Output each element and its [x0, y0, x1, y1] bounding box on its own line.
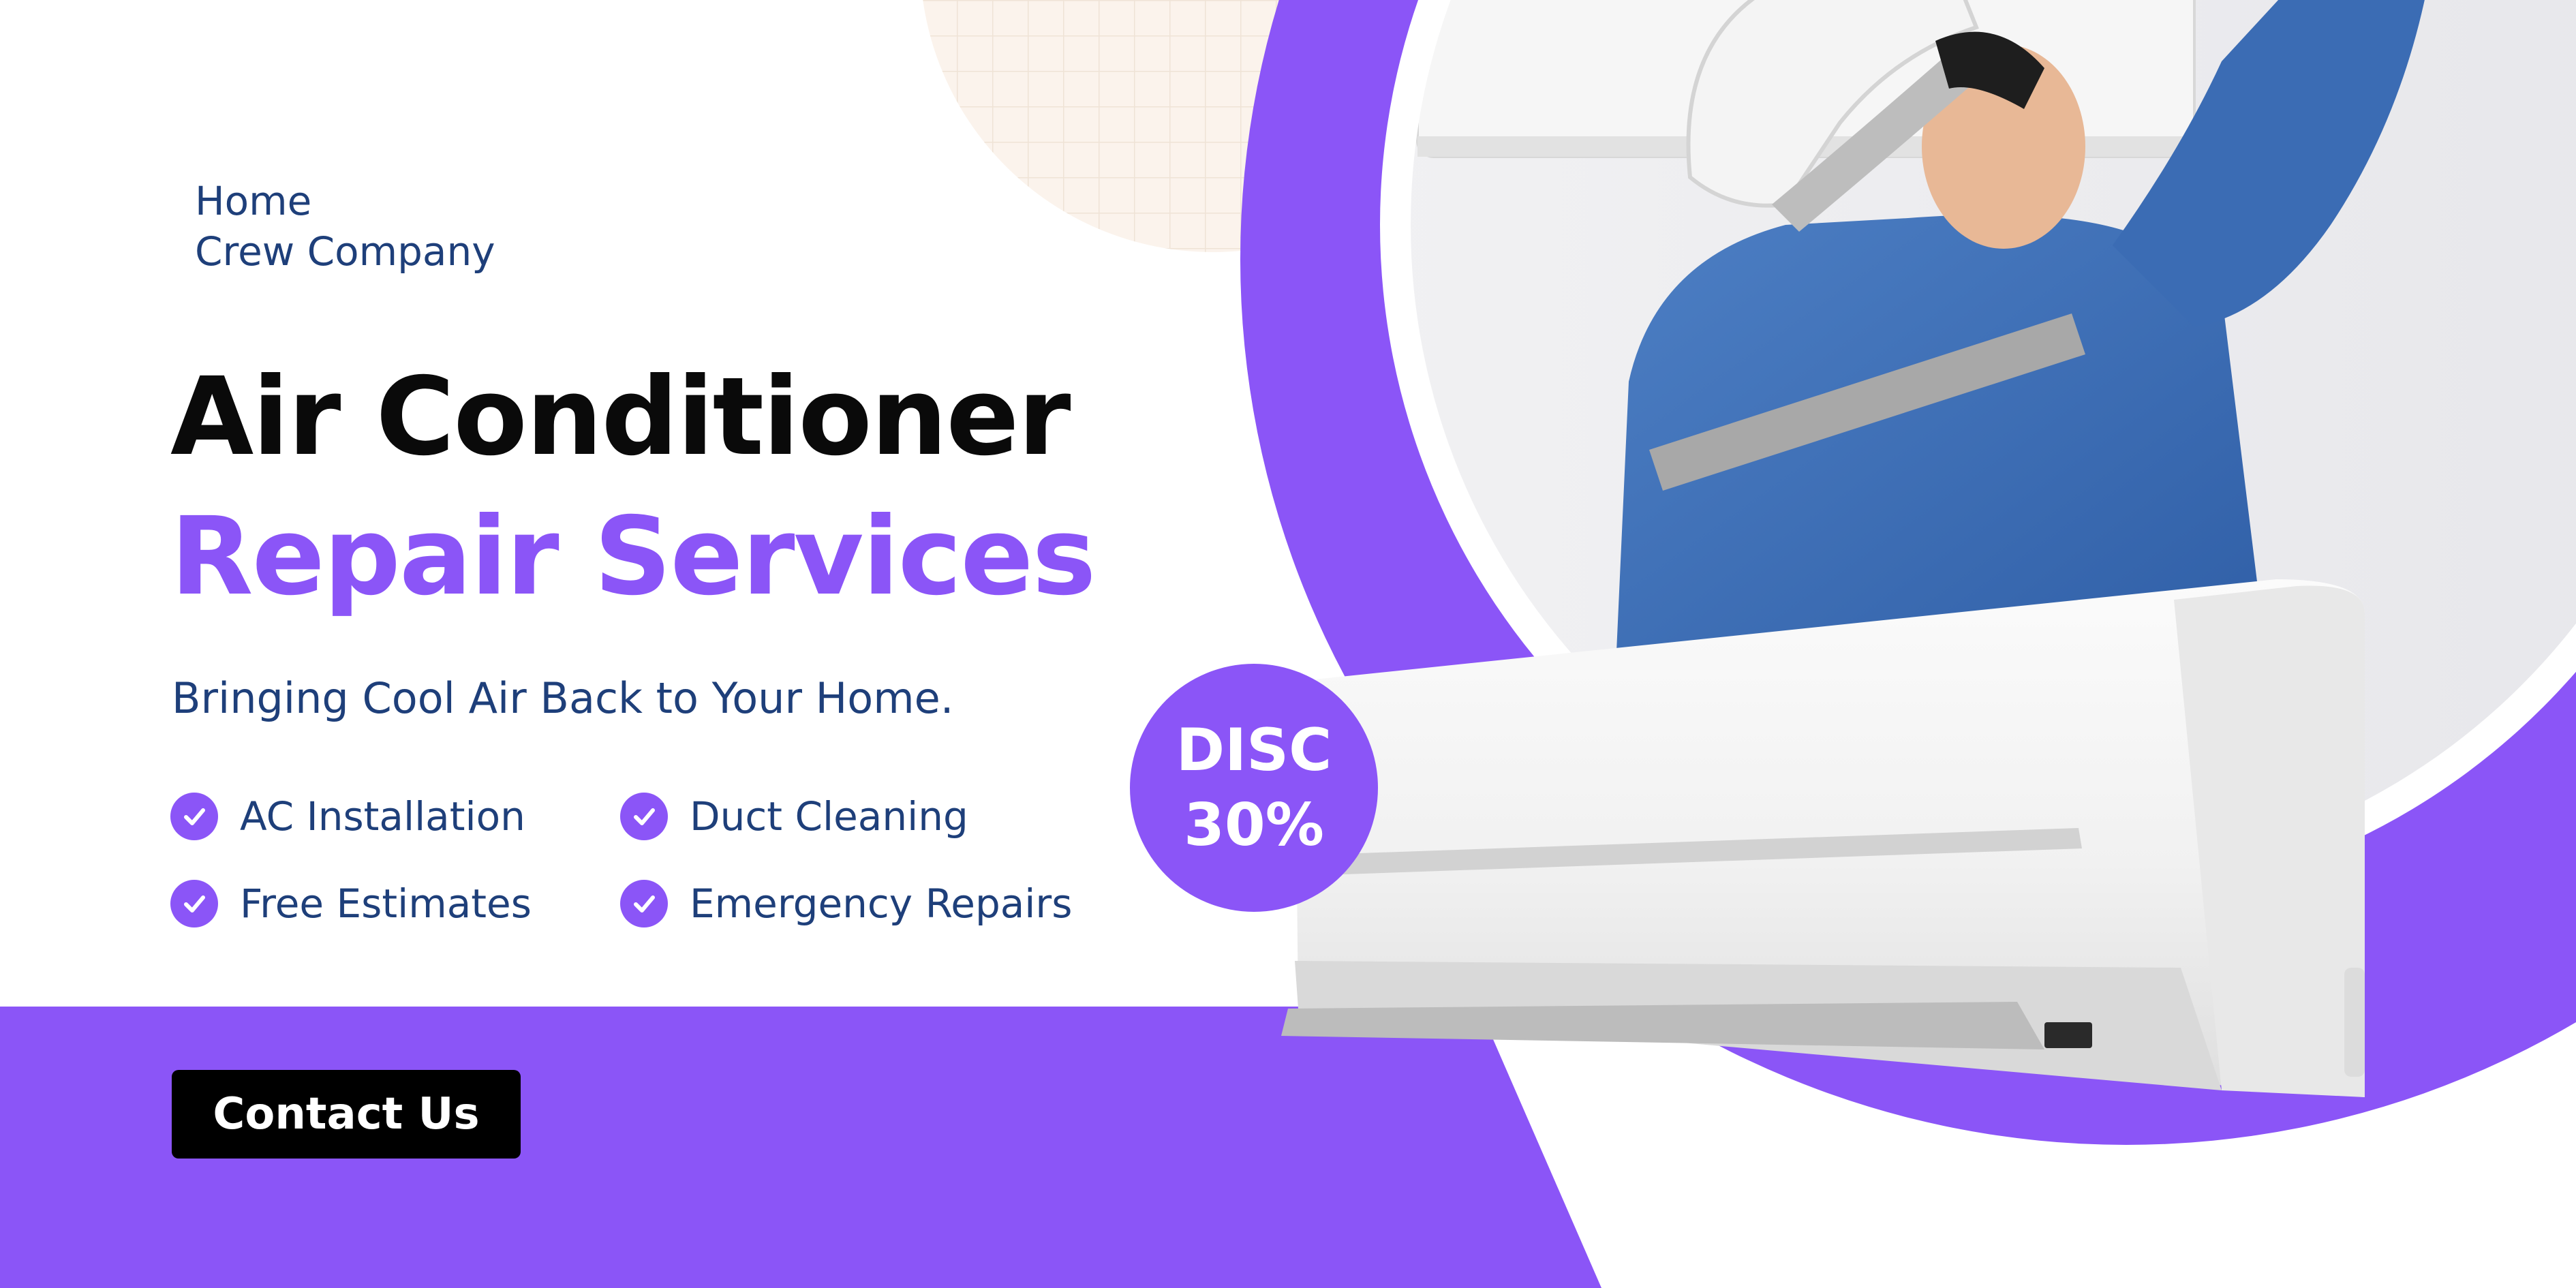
headline-line-1: Air Conditioner: [170, 354, 1071, 480]
feature-label: Emergency Repairs: [690, 880, 1073, 927]
headline-line-2: Repair Services: [170, 494, 1097, 619]
feature-label: Duct Cleaning: [690, 793, 968, 840]
features-list: AC Installation Duct Cleaning Free Estim…: [170, 793, 1124, 956]
discount-badge: DISC 30%: [1130, 664, 1378, 912]
brand-logo-text: Home Crew Company: [195, 176, 495, 277]
feature-item-duct-cleaning: Duct Cleaning: [620, 793, 968, 840]
tagline: Bringing Cool Air Back to Your Home.: [172, 673, 954, 723]
feature-item-free-estimates: Free Estimates: [170, 880, 532, 927]
feature-label: Free Estimates: [240, 880, 532, 927]
feature-label: AC Installation: [240, 793, 525, 840]
check-circle-icon: [170, 880, 218, 927]
contact-us-button[interactable]: Contact Us: [172, 1070, 521, 1159]
discount-badge-line-2: 30%: [1184, 791, 1324, 859]
check-circle-icon: [620, 880, 668, 927]
brand-line-1: Home: [195, 178, 312, 224]
discount-badge-line-1: DISC: [1176, 716, 1332, 784]
check-circle-icon: [170, 793, 218, 840]
banner: Home Crew Company Air Conditioner Repair…: [0, 0, 2576, 1288]
brand-line-2: Crew Company: [195, 228, 495, 275]
check-circle-icon: [620, 793, 668, 840]
feature-item-ac-installation: AC Installation: [170, 793, 525, 840]
feature-item-emergency-repairs: Emergency Repairs: [620, 880, 1072, 927]
